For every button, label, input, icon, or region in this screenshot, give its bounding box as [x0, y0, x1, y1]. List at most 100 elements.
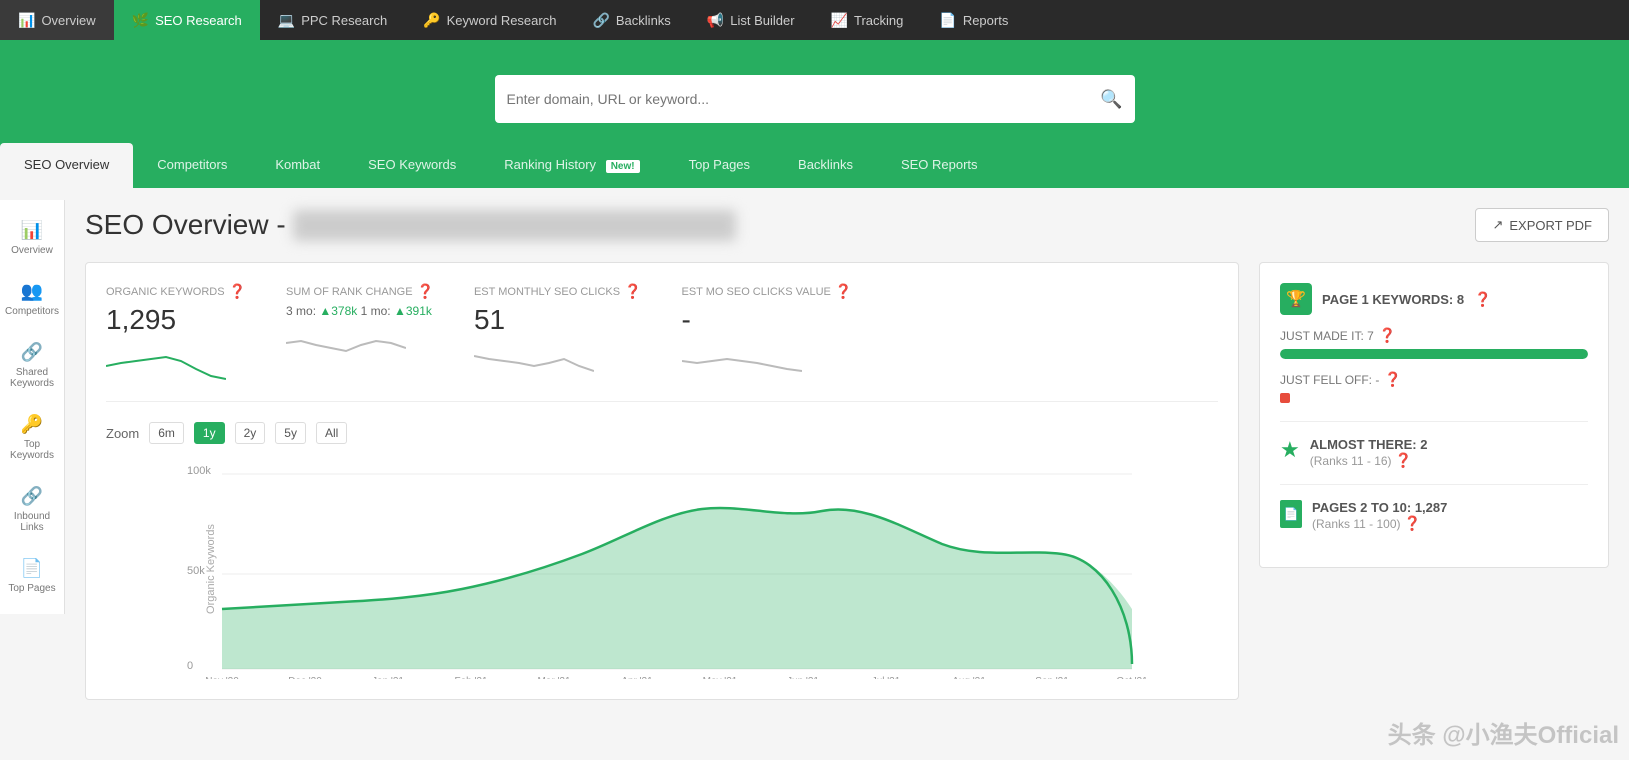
almost-there-help[interactable]: ❓	[1395, 452, 1412, 468]
star-icon: ★	[1280, 437, 1300, 463]
nav-list-builder[interactable]: 📢 List Builder	[689, 0, 813, 40]
organic-keywords-chart: 100k 50k 0 Organic Keywords Nov '20	[106, 459, 1218, 679]
page1-keywords-section: 🏆 PAGE 1 KEYWORDS: 8 ❓ JUST MADE IT: 7 ❓	[1280, 283, 1588, 403]
stats-row: ORGANIC KEYWORDS ❓ 1,295 SUM OF RANK CHA…	[106, 283, 1218, 402]
sidebar-top-pages-icon: 📄	[21, 558, 43, 579]
just-fell-off-section: JUST FELL OFF: - ❓	[1280, 371, 1588, 403]
sidebar-item-competitors[interactable]: 👥 Competitors	[0, 271, 64, 327]
zoom-1y[interactable]: 1y	[194, 422, 225, 444]
almost-there-ranks: (Ranks 11 - 16)	[1310, 454, 1392, 468]
sidebar-competitors-icon: 👥	[21, 281, 43, 302]
sum-rank-help[interactable]: ❓	[417, 283, 434, 300]
stat-organic-keywords: ORGANIC KEYWORDS ❓ 1,295	[106, 283, 246, 386]
chart-controls: Zoom 6m 1y 2y 5y All	[106, 422, 1218, 444]
zoom-5y[interactable]: 5y	[275, 422, 306, 444]
nav-keyword-research[interactable]: 🔑 Keyword Research	[405, 0, 574, 40]
nav-seo-research[interactable]: 🌿 SEO Research	[114, 0, 260, 40]
organic-keywords-help[interactable]: ❓	[229, 283, 246, 300]
main-chart: 100k 50k 0 Organic Keywords Nov '20	[106, 459, 1218, 679]
nav-ppc-research[interactable]: 💻 PPC Research	[260, 0, 405, 40]
monthly-clicks-sparkline	[474, 341, 594, 381]
just-made-it-section: JUST MADE IT: 7 ❓	[1280, 327, 1588, 359]
nav-reports[interactable]: 📄 Reports	[921, 0, 1026, 40]
seo-research-icon: 🌿	[132, 12, 149, 29]
tab-seo-reports[interactable]: SEO Reports	[877, 143, 1002, 188]
sidebar-item-top-keywords[interactable]: 🔑 Top Keywords	[0, 404, 64, 471]
sidebar-item-shared-keywords[interactable]: 🔗 Shared Keywords	[0, 332, 64, 399]
search-bar-container: 🔍	[0, 60, 1629, 143]
sub-navigation: SEO Overview Competitors Kombat SEO Keyw…	[0, 143, 1629, 188]
sidebar-top-keywords-icon: 🔑	[21, 414, 43, 435]
zoom-6m[interactable]: 6m	[149, 422, 184, 444]
svg-text:Jul '21: Jul '21	[872, 676, 901, 679]
svg-text:Sep '21: Sep '21	[1035, 676, 1069, 679]
svg-text:100k: 100k	[187, 465, 211, 477]
watermark: 头条 @小渔夫Official	[1388, 715, 1619, 750]
stat-clicks-value: EST MO SEO CLICKS VALUE ❓ -	[682, 283, 853, 386]
clicks-value-help[interactable]: ❓	[835, 283, 852, 300]
sidebar-overview-icon: 📊	[21, 220, 43, 241]
almost-there-title: ALMOST THERE: 2	[1310, 437, 1428, 452]
green-header: 🔍 SEO Overview Competitors Kombat SEO Ke…	[0, 40, 1629, 188]
svg-text:Jun '21: Jun '21	[787, 676, 819, 679]
keyword-icon: 🔑	[423, 12, 440, 29]
nav-overview[interactable]: 📊 Overview	[0, 0, 114, 40]
svg-text:Feb '21: Feb '21	[454, 676, 487, 679]
tab-ranking-history[interactable]: Ranking History New!	[480, 143, 664, 188]
sidebar-item-inbound-links[interactable]: 🔗 Inbound Links	[0, 476, 64, 543]
sidebar-item-overview[interactable]: 📊 Overview	[0, 210, 64, 266]
pages2-10-section: 📄 PAGES 2 TO 10: 1,287 (Ranks 11 - 100) …	[1280, 484, 1588, 547]
tab-backlinks[interactable]: Backlinks	[774, 143, 877, 188]
just-made-it-label: JUST MADE IT: 7	[1280, 329, 1374, 343]
keyword-card: 🏆 PAGE 1 KEYWORDS: 8 ❓ JUST MADE IT: 7 ❓	[1259, 262, 1609, 568]
monthly-clicks-help[interactable]: ❓	[624, 283, 641, 300]
sidebar-shared-keywords-icon: 🔗	[21, 342, 43, 363]
almost-there-section: ★ ALMOST THERE: 2 (Ranks 11 - 16) ❓	[1280, 421, 1588, 484]
search-input[interactable]	[507, 91, 1101, 107]
domain-blurred: ████████████████████████	[293, 210, 735, 241]
sidebar-inbound-links-icon: 🔗	[21, 486, 43, 507]
sum-rank-sparkline	[286, 323, 406, 363]
svg-text:Apr '21: Apr '21	[621, 676, 653, 679]
backlinks-icon: 🔗	[592, 12, 609, 29]
tracking-icon: 📈	[831, 12, 848, 29]
nav-backlinks[interactable]: 🔗 Backlinks	[574, 0, 688, 40]
pages2-10-help[interactable]: ❓	[1404, 515, 1421, 531]
zoom-all[interactable]: All	[316, 422, 347, 444]
list-builder-icon: 📢	[707, 12, 724, 29]
sidebar: 📊 Overview 👥 Competitors 🔗 Shared Keywor…	[0, 200, 65, 614]
right-panel: 🏆 PAGE 1 KEYWORDS: 8 ❓ JUST MADE IT: 7 ❓	[1259, 262, 1609, 700]
just-fell-off-label: JUST FELL OFF: -	[1280, 373, 1379, 387]
tab-competitors[interactable]: Competitors	[133, 143, 251, 188]
overview-icon: 📊	[18, 12, 35, 29]
nav-tracking[interactable]: 📈 Tracking	[813, 0, 922, 40]
stat-monthly-seo-clicks: EST MONTHLY SEO CLICKS ❓ 51	[474, 283, 642, 386]
page1-help[interactable]: ❓	[1474, 291, 1491, 308]
tab-seo-overview[interactable]: SEO Overview	[0, 143, 133, 188]
stat-sum-rank-change: SUM OF RANK CHANGE ❓ 3 mo: ▲378k 1 mo: ▲…	[286, 283, 434, 386]
sidebar-item-top-pages[interactable]: 📄 Top Pages	[0, 548, 64, 604]
zoom-2y[interactable]: 2y	[235, 422, 266, 444]
svg-text:May '21: May '21	[703, 676, 738, 679]
svg-text:Oct '21: Oct '21	[1116, 676, 1148, 679]
search-bar: 🔍	[495, 75, 1135, 123]
just-fell-off-help[interactable]: ❓	[1384, 371, 1401, 388]
svg-text:0: 0	[187, 660, 193, 672]
tab-top-pages[interactable]: Top Pages	[665, 143, 774, 188]
svg-text:Organic Keywords: Organic Keywords	[205, 524, 217, 614]
svg-text:50k: 50k	[187, 565, 205, 577]
content-row: ORGANIC KEYWORDS ❓ 1,295 SUM OF RANK CHA…	[85, 262, 1609, 700]
search-button[interactable]: 🔍	[1100, 89, 1122, 110]
export-pdf-button[interactable]: ↗ EXPORT PDF	[1475, 208, 1609, 242]
new-badge: New!	[605, 159, 641, 174]
pages-icon: 📄	[1280, 500, 1302, 528]
export-icon: ↗	[1492, 217, 1503, 233]
just-made-it-help[interactable]: ❓	[1379, 327, 1396, 344]
svg-text:Nov '20: Nov '20	[205, 676, 239, 679]
reports-icon: 📄	[939, 12, 956, 29]
tab-kombat[interactable]: Kombat	[251, 143, 344, 188]
top-navigation: 📊 Overview 🌿 SEO Research 💻 PPC Research…	[0, 0, 1629, 40]
tab-seo-keywords[interactable]: SEO Keywords	[344, 143, 480, 188]
main-content: SEO Overview - ████████████████████████ …	[65, 188, 1629, 720]
page-title: SEO Overview - ████████████████████████	[85, 209, 736, 241]
